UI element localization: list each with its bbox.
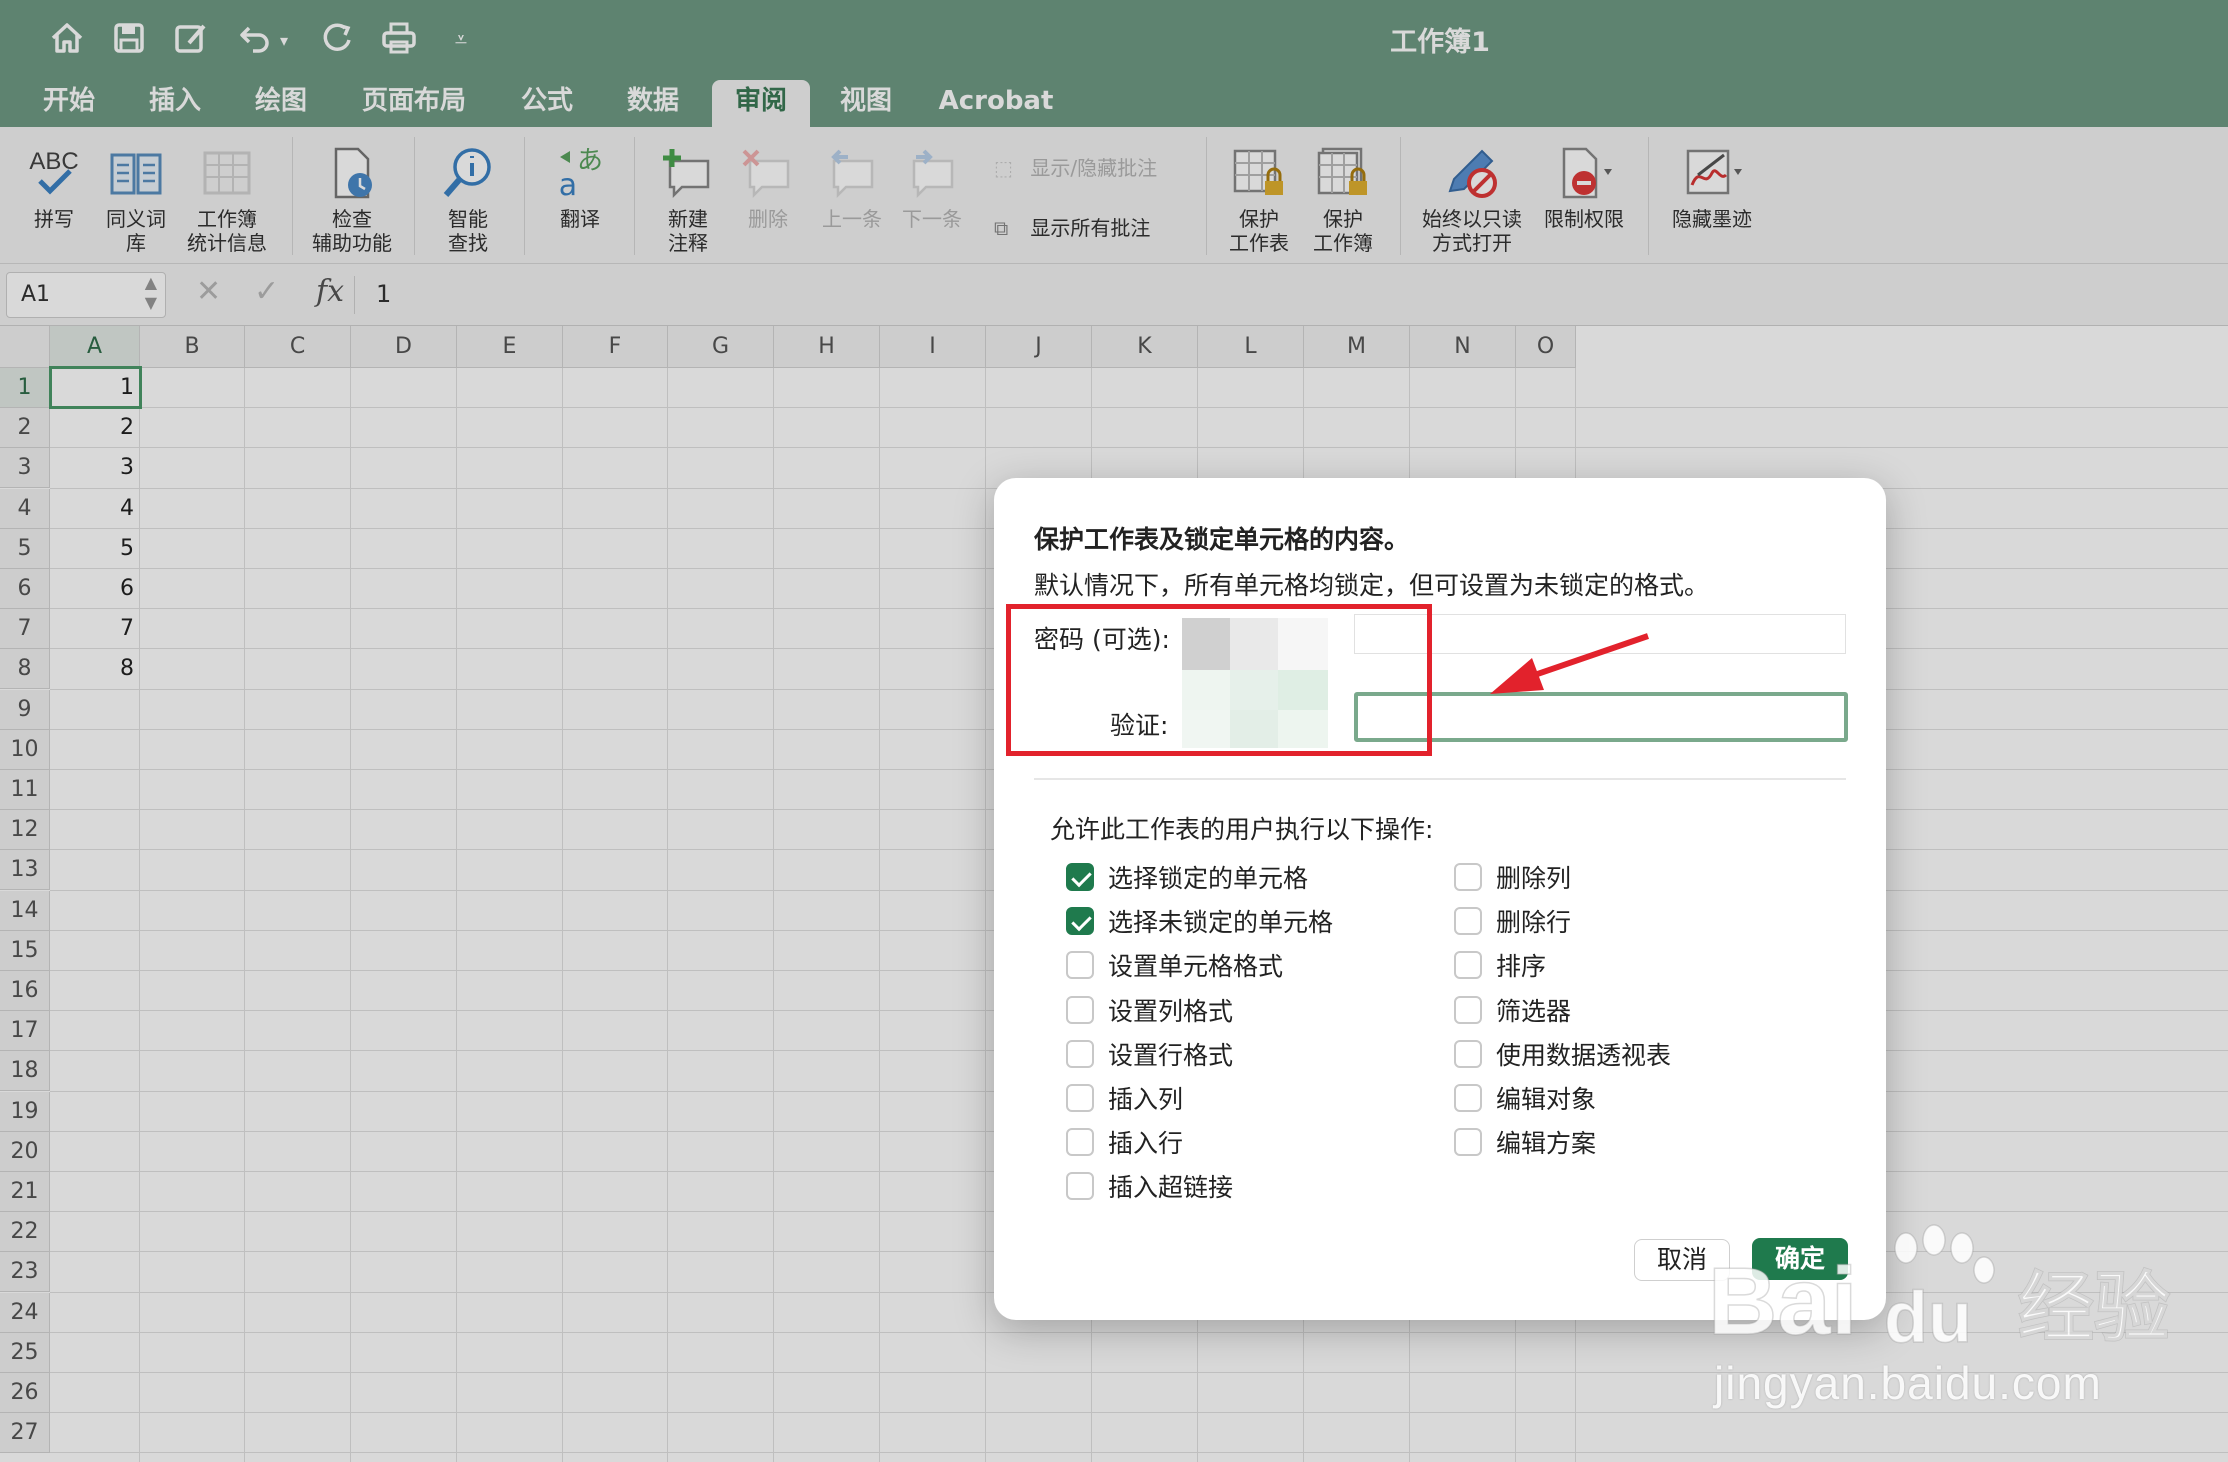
permission-option[interactable]: 排序 — [1454, 948, 1546, 982]
baidu-watermark-logo: Bai du 经验 — [1708, 1224, 2171, 1359]
checkbox[interactable] — [1066, 951, 1094, 980]
watermark-text-cn: 经验 — [2018, 1263, 2170, 1352]
permission-option-label: 选择锁定的单元格 — [1108, 864, 1309, 893]
permission-option-label: 编辑方案 — [1496, 1129, 1597, 1159]
permission-option-label: 插入列 — [1108, 1085, 1184, 1114]
permission-option[interactable]: 插入列 — [1066, 1081, 1183, 1115]
checkbox[interactable] — [1454, 863, 1482, 891]
permission-option[interactable]: 删除行 — [1454, 904, 1571, 938]
permission-option[interactable]: 筛选器 — [1454, 993, 1571, 1027]
permission-option[interactable]: 删除列 — [1454, 860, 1571, 894]
annotation-highlight-box — [1006, 604, 1432, 756]
checkbox[interactable] — [1454, 951, 1482, 980]
checkbox[interactable] — [1454, 1084, 1482, 1112]
watermark-url: jingyan.baidu.com — [1714, 1357, 2102, 1409]
permission-option[interactable]: 插入行 — [1066, 1125, 1183, 1159]
permission-option-label: 删除行 — [1496, 908, 1572, 938]
permission-option-label: 设置列格式 — [1108, 996, 1234, 1026]
checkbox[interactable] — [1066, 1172, 1094, 1201]
dialog-divider — [1034, 778, 1846, 780]
checkbox-checked[interactable] — [1066, 863, 1094, 891]
permission-option[interactable]: 设置列格式 — [1066, 993, 1233, 1027]
permission-option[interactable]: 编辑方案 — [1454, 1125, 1596, 1159]
checkbox[interactable] — [1066, 1084, 1094, 1112]
dialog-heading: 保护工作表及锁定单元格的内容。 — [1034, 525, 1410, 554]
permission-option[interactable]: 选择锁定的单元格 — [1066, 860, 1308, 894]
checkbox[interactable] — [1454, 1039, 1482, 1068]
checkbox[interactable] — [1454, 907, 1482, 936]
permission-option-label: 删除列 — [1496, 864, 1572, 893]
permission-option[interactable]: 设置行格式 — [1066, 1037, 1233, 1071]
permission-option[interactable]: 设置单元格格式 — [1066, 948, 1283, 982]
permission-option[interactable]: 插入超链接 — [1066, 1169, 1233, 1203]
checkbox-checked[interactable] — [1066, 907, 1094, 936]
permission-option[interactable]: 编辑对象 — [1454, 1081, 1596, 1115]
permission-option[interactable]: 选择未锁定的单元格 — [1066, 904, 1333, 938]
permission-option-label: 筛选器 — [1496, 996, 1572, 1026]
permission-option-label: 设置单元格格式 — [1108, 952, 1284, 982]
permission-option-label: 插入超链接 — [1108, 1173, 1234, 1203]
checkbox[interactable] — [1454, 995, 1482, 1024]
permission-option-label: 插入行 — [1108, 1129, 1184, 1159]
permission-option-label: 编辑对象 — [1496, 1085, 1597, 1114]
watermark-text-2: du — [1884, 1278, 1972, 1358]
dialog-description: 默认情况下，所有单元格均锁定，但可设置为未锁定的格式。 — [1034, 571, 1710, 600]
permission-option-label: 设置行格式 — [1108, 1040, 1234, 1070]
permission-option-label: 选择未锁定的单元格 — [1108, 908, 1334, 938]
permission-option-label: 使用数据透视表 — [1496, 1040, 1672, 1070]
checkbox[interactable] — [1066, 995, 1094, 1024]
permission-option-label: 排序 — [1496, 952, 1547, 982]
checkbox[interactable] — [1066, 1128, 1094, 1157]
annotation-arrow — [1490, 633, 1649, 694]
checkbox[interactable] — [1454, 1128, 1482, 1157]
checkbox[interactable] — [1066, 1039, 1094, 1068]
permission-option[interactable]: 使用数据透视表 — [1454, 1037, 1671, 1071]
watermark-text-1: Bai — [1708, 1248, 1857, 1355]
permissions-heading: 允许此工作表的用户执行以下操作: — [1050, 815, 1434, 844]
